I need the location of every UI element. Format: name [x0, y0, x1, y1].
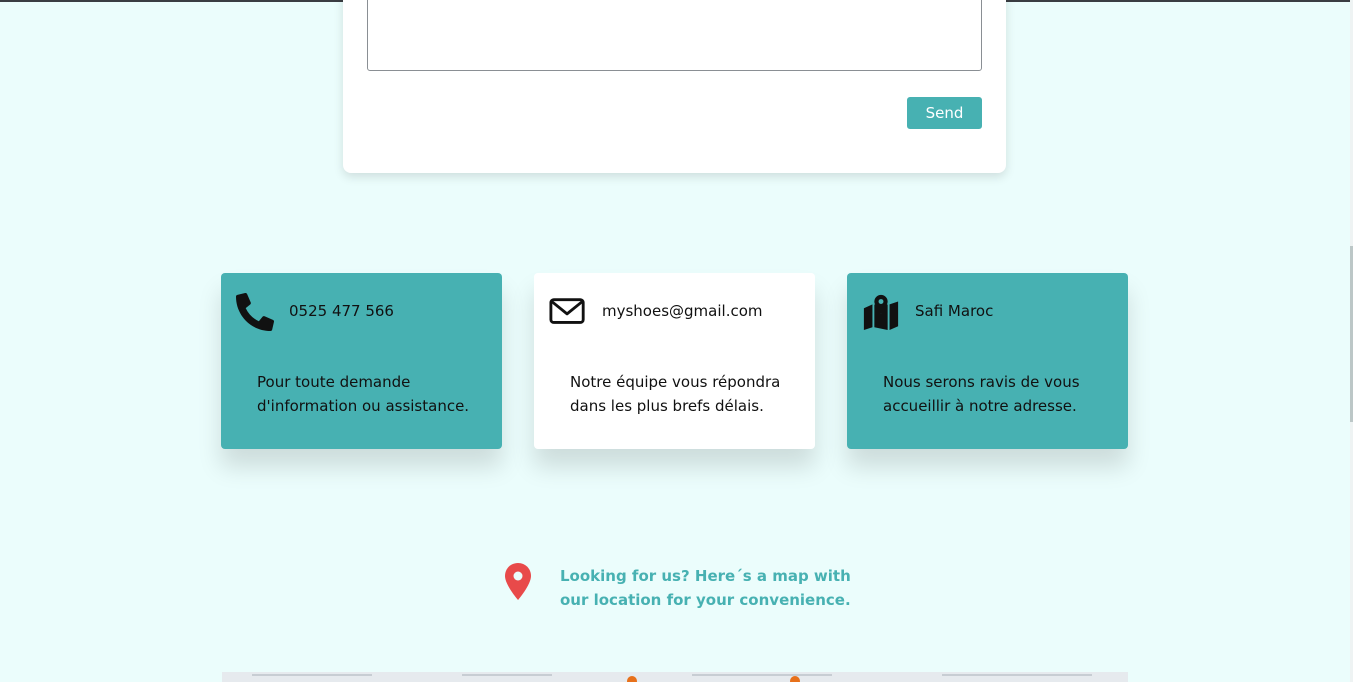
- address-location: Safi Maroc: [915, 302, 994, 320]
- phone-card-text: Pour toute demande d'information ou assi…: [257, 373, 470, 415]
- phone-info-card: 0525 477 566 Pour toute demande d'inform…: [221, 273, 502, 449]
- address-info-card: Safi Maroc Nous serons ravis de vous acc…: [847, 273, 1128, 449]
- map-pin-icon: [863, 294, 899, 331]
- map-marker-icon: [627, 676, 637, 682]
- map-marker-icon: [790, 676, 800, 682]
- email-info-card: myshoes@gmail.com Notre équipe vous répo…: [534, 273, 815, 449]
- email-card-text: Notre équipe vous répondra dans les plus…: [570, 373, 781, 415]
- message-textarea[interactable]: [367, 0, 982, 71]
- email-address: myshoes@gmail.com: [602, 302, 763, 320]
- phone-icon: [236, 293, 274, 331]
- envelope-icon: [549, 298, 585, 324]
- send-button[interactable]: Send: [907, 97, 982, 129]
- map-caption: Looking for us? Here´s a map with our lo…: [560, 567, 851, 609]
- contact-form-card: Send: [343, 0, 1006, 173]
- phone-number: 0525 477 566: [289, 302, 394, 320]
- location-pin-icon: [505, 563, 531, 600]
- embedded-map[interactable]: [222, 672, 1128, 682]
- map-note: Looking for us? Here´s a map with our lo…: [502, 562, 862, 612]
- address-card-text: Nous serons ravis de vous accueillir à n…: [883, 373, 1080, 415]
